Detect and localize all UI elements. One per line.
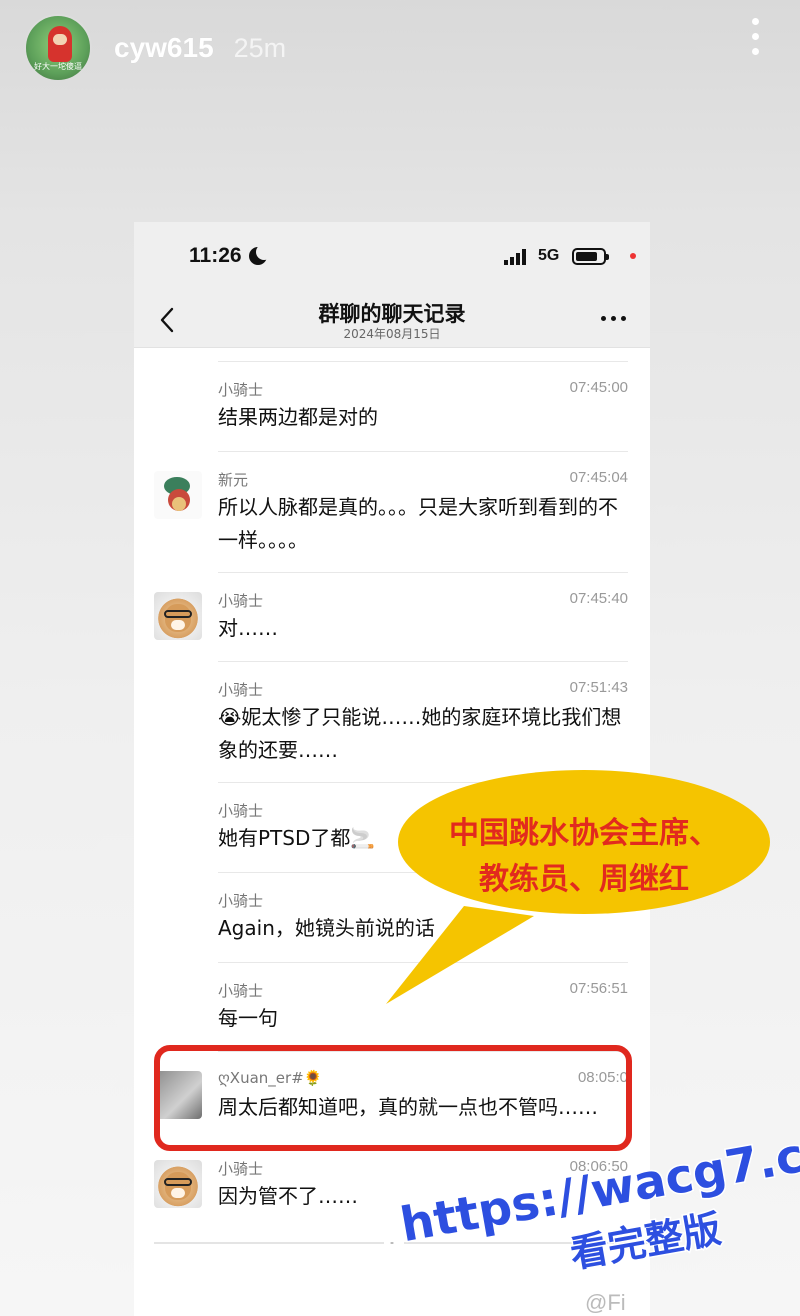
callout-line-1: 中国跳水协会主席、 <box>449 816 719 851</box>
story-header: 好大一坨傻逼 cyw615 25m <box>24 14 776 82</box>
nav-subtitle: 2024年08月15日 <box>343 327 441 341</box>
message-text: 对…… <box>218 616 278 640</box>
signal-icon <box>504 249 530 265</box>
story-avatar[interactable]: 好大一坨傻逼 <box>24 14 92 82</box>
message-text: 结果两边都是对的 <box>218 405 378 429</box>
message-text: 😭妮太惨了只能说……她的家庭环境比我们想象的还要…… <box>218 705 622 762</box>
nav-title: 群聊的聊天记录 <box>318 302 466 326</box>
divider <box>218 661 628 662</box>
message-sender: 小骑士 <box>218 592 264 610</box>
message-time: 07:45:40 <box>569 590 628 607</box>
message-time: 07:45:04 <box>569 469 628 486</box>
callout-line-2: 教练员、周继红 <box>479 862 689 897</box>
message-sender: 小骑士 <box>218 802 264 820</box>
message-time: 07:45:00 <box>569 379 628 396</box>
teletubby-face <box>53 34 67 45</box>
moon-icon <box>249 244 272 265</box>
story-time-ago: 25m <box>233 32 287 63</box>
recording-dot-icon <box>630 253 636 259</box>
avatar[interactable] <box>154 592 202 640</box>
battery-icon <box>572 248 609 265</box>
nav-bar: 群聊的聊天记录 2024年08月15日 <box>134 292 650 348</box>
story-username[interactable]: cyw615 <box>114 32 214 64</box>
avatar[interactable] <box>154 471 202 519</box>
network-label: 5G <box>538 247 560 264</box>
avatar-caption: 好大一坨傻逼 <box>34 62 82 71</box>
message-sender: 小骑士 <box>218 982 264 1000</box>
message-sender: 小骑士 <box>218 381 264 399</box>
callout-bubble: 中国跳水协会主席、 教练员、周继红 <box>384 766 784 1006</box>
message-sender: 小骑士 <box>218 1160 264 1178</box>
message-sender: 新元 <box>218 471 249 489</box>
message-time: 07:51:43 <box>569 679 628 696</box>
divider <box>218 451 628 452</box>
message-sender: 小骑士 <box>218 892 264 910</box>
more-options-icon[interactable] <box>601 316 626 321</box>
watermark-partial: @Fi <box>585 1290 626 1315</box>
divider <box>218 572 628 573</box>
message-text: 所以人脉都是真的。。。只是大家听到看到的不一样。。。。 <box>218 495 618 552</box>
status-bar: 11:26 5G <box>134 222 650 292</box>
story-more-icon[interactable] <box>752 18 760 55</box>
message-text: 每一句 <box>218 1006 278 1030</box>
avatar[interactable] <box>154 1160 202 1208</box>
message-sender: 小骑士 <box>218 681 264 699</box>
divider <box>218 361 628 362</box>
status-time: 11:26 <box>189 244 242 267</box>
